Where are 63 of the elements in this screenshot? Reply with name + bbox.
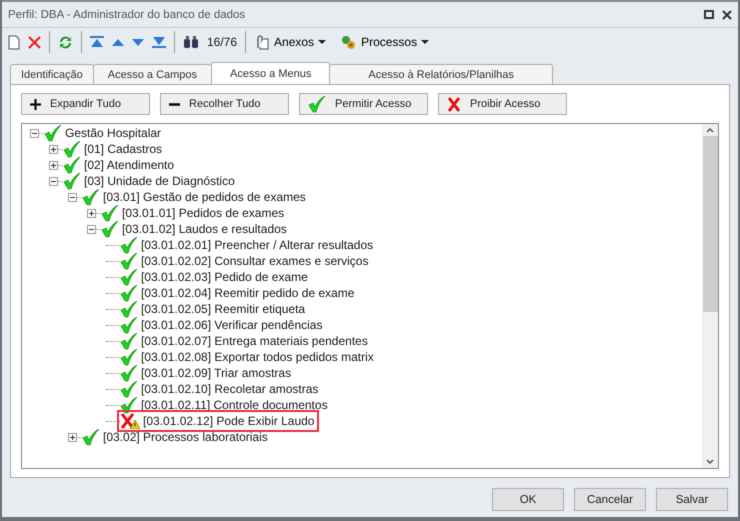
tree-item[interactable]: [03.01.02.09] Triar amostras bbox=[120, 365, 294, 381]
tree-item[interactable]: [03] Unidade de Diagnóstico bbox=[63, 173, 237, 189]
caret-icon bbox=[318, 40, 326, 44]
collapse-toggle-icon[interactable] bbox=[30, 128, 39, 138]
first-icon[interactable] bbox=[90, 36, 104, 48]
checkmark-icon bbox=[308, 96, 326, 112]
dialog-button[interactable]: Salvar bbox=[656, 488, 728, 511]
delete-icon[interactable] bbox=[28, 36, 41, 48]
tree-item[interactable]: [03.01.02.03] Pedido de exame bbox=[120, 269, 310, 285]
plus-icon bbox=[30, 98, 41, 110]
expand-toggle-icon[interactable] bbox=[49, 160, 58, 170]
action-button[interactable]: Proibir Acesso bbox=[438, 93, 567, 115]
tree-item[interactable]: [03.01.02.07] Entrega materiais pendentes bbox=[120, 333, 370, 349]
tree-item[interactable]: [03.01.02.10] Recoletar amostras bbox=[120, 381, 320, 397]
tree-item[interactable]: [03.01] Gestão de pedidos de exames bbox=[82, 189, 308, 205]
action-button[interactable]: Recolher Tudo bbox=[160, 93, 289, 115]
tree-item[interactable]: [03.01.02] Laudos e resultados bbox=[101, 221, 289, 237]
tree-item[interactable]: [03.01.02.04] Reemitir pedido de exame bbox=[120, 285, 356, 301]
highlighted-tree-item[interactable]: [03.01.02.12] Pode Exibir Laudo bbox=[120, 413, 316, 429]
tree-item[interactable]: [01] Cadastros bbox=[63, 141, 164, 157]
scrollbar[interactable] bbox=[702, 124, 718, 468]
cross-icon bbox=[447, 96, 461, 112]
expand-toggle-icon[interactable] bbox=[68, 432, 77, 442]
new-document-icon[interactable] bbox=[8, 34, 20, 50]
tree-item[interactable]: [03.01.02.02] Consultar exames e serviços bbox=[120, 253, 370, 269]
close-icon[interactable] bbox=[722, 10, 732, 20]
scroll-up-icon[interactable] bbox=[706, 128, 714, 133]
scrollbar-thumb[interactable] bbox=[702, 136, 718, 312]
expand-toggle-icon[interactable] bbox=[87, 208, 96, 218]
tab[interactable]: Acesso a Campos bbox=[92, 64, 212, 84]
tree-item[interactable]: [03.01.02.06] Verificar pendências bbox=[120, 317, 324, 333]
collapse-toggle-icon[interactable] bbox=[68, 192, 77, 202]
tree-item[interactable]: [03.01.02.05] Reemitir etiqueta bbox=[120, 301, 308, 317]
refresh-icon[interactable] bbox=[58, 34, 73, 50]
window-title: Perfil: DBA - Administrador do banco de dados bbox=[8, 8, 246, 20]
dropdown-menu-button[interactable]: Processos bbox=[340, 34, 436, 50]
tree-item[interactable]: [03.01.02.11] Controle documentos bbox=[120, 397, 330, 413]
caret-icon bbox=[421, 40, 430, 44]
binoculars-icon[interactable] bbox=[183, 35, 199, 49]
tree-item[interactable]: [03.01.02.01] Preencher / Alterar resultados bbox=[120, 237, 376, 253]
collapse-toggle-icon[interactable] bbox=[87, 224, 96, 234]
minus-icon bbox=[169, 102, 180, 106]
collapse-toggle-icon[interactable] bbox=[49, 176, 58, 186]
record-counter: 16/76 bbox=[207, 35, 238, 49]
tree-item[interactable]: Gestão Hospitalar bbox=[44, 125, 164, 141]
tab[interactable]: Acesso a Menus bbox=[211, 62, 330, 84]
maximize-icon[interactable] bbox=[704, 10, 714, 19]
scroll-down-icon[interactable] bbox=[706, 459, 714, 464]
dropdown-menu-button[interactable]: Anexos bbox=[254, 34, 332, 50]
dialog-button[interactable]: OK bbox=[492, 488, 564, 511]
action-button[interactable]: Expandir Tudo bbox=[21, 93, 150, 115]
up-arrow-icon[interactable] bbox=[112, 38, 124, 46]
tree-item[interactable]: [02] Atendimento bbox=[63, 157, 176, 173]
expand-toggle-icon[interactable] bbox=[49, 144, 58, 154]
tab[interactable]: Identificação bbox=[10, 64, 94, 84]
tab[interactable]: Acesso à Relatórios/Planilhas bbox=[329, 64, 553, 84]
action-button[interactable]: Permitir Acesso bbox=[299, 93, 428, 115]
down-arrow-icon[interactable] bbox=[132, 38, 144, 46]
tree-item[interactable]: [03.02] Processos laboratoriais bbox=[82, 429, 270, 445]
last-icon[interactable] bbox=[152, 36, 166, 48]
tree-item[interactable]: [03.01.01] Pedidos de exames bbox=[101, 205, 286, 221]
dialog-button[interactable]: Cancelar bbox=[574, 488, 646, 511]
tree-item[interactable]: [03.01.02.08] Exportar todos pedidos matrix bbox=[120, 349, 376, 365]
